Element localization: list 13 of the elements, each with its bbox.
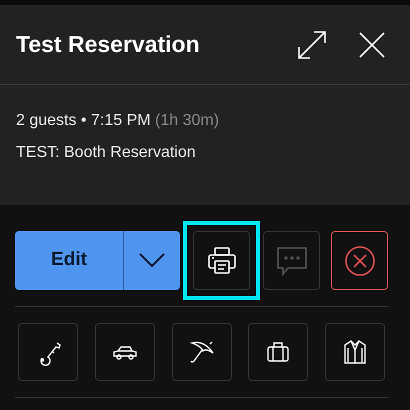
jacket-button[interactable]: [325, 323, 385, 381]
umbrella-button[interactable]: [172, 323, 232, 381]
dialog-title: Test Reservation: [16, 30, 200, 58]
suitcase-button[interactable]: [248, 323, 308, 381]
cancel-icon: [342, 244, 376, 278]
cancel-button[interactable]: [331, 231, 388, 290]
reservation-note: TEST: Booth Reservation: [16, 143, 197, 163]
guest-time-text: 2 guests • 7:15 PM (1h 30m): [16, 111, 220, 131]
printer-icon: [206, 244, 238, 276]
key-button[interactable]: [18, 323, 78, 381]
edit-button[interactable]: Edit: [15, 231, 123, 290]
printer-button[interactable]: [193, 231, 250, 290]
car-button[interactable]: [94, 323, 155, 381]
